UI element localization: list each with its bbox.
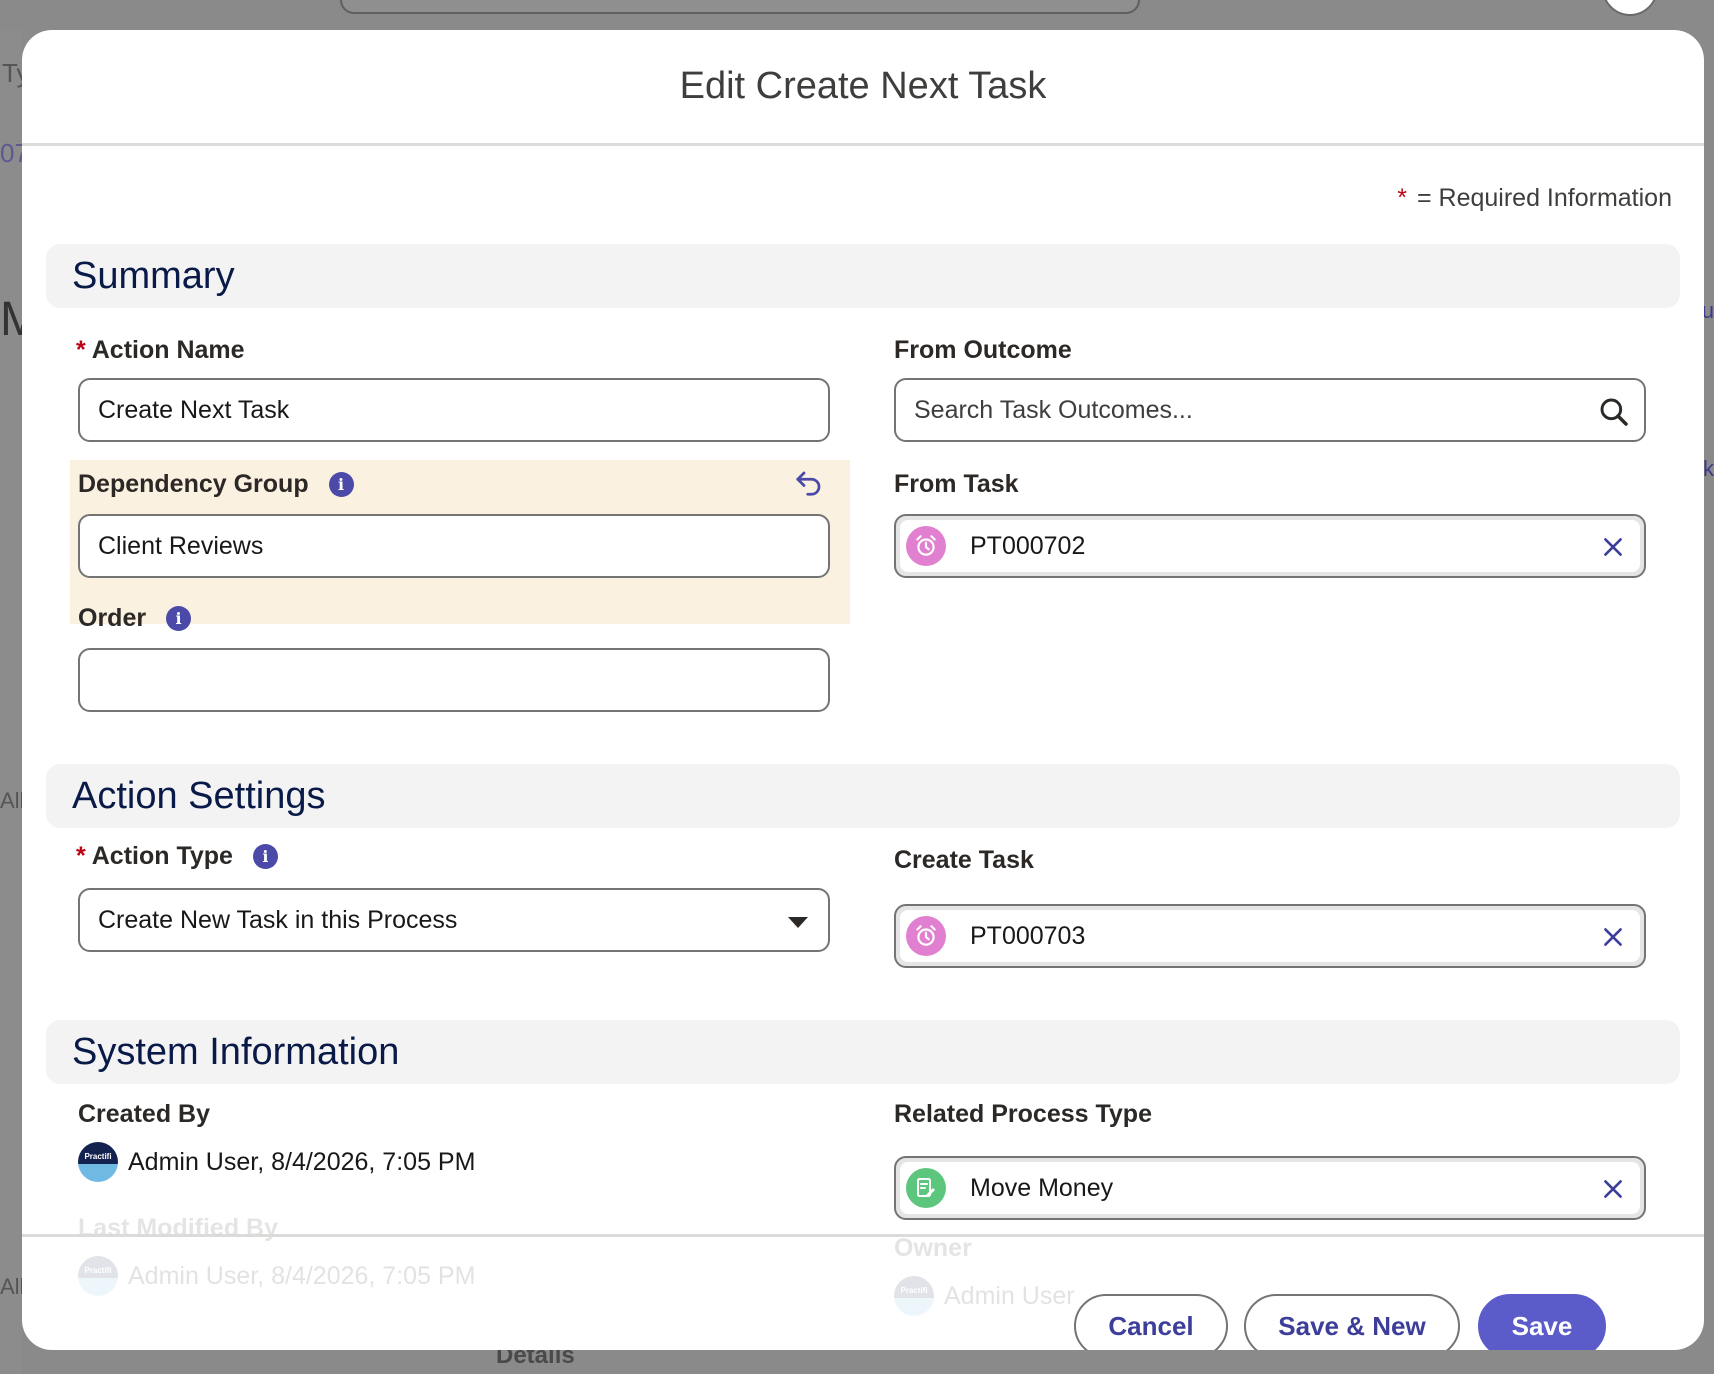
background-search-bar — [340, 0, 1140, 14]
created-by-value: Practifi Admin User, 8/4/2026, 7:05 PM — [78, 1142, 475, 1182]
from-task-lookup[interactable]: PT000702 — [894, 514, 1646, 578]
background-avatar — [1602, 0, 1658, 16]
close-icon[interactable] — [1600, 1176, 1626, 1202]
info-icon[interactable]: i — [166, 606, 192, 631]
modal-header: Edit Create Next Task — [22, 30, 1704, 146]
from-outcome-label-text: From Outcome — [894, 336, 1072, 364]
search-icon[interactable] — [1598, 396, 1630, 428]
info-icon[interactable]: i — [328, 472, 354, 497]
from-outcome-placeholder: Search Task Outcomes... — [914, 395, 1193, 424]
undo-icon[interactable] — [794, 468, 824, 498]
dependency-group-label-text: Dependency Group — [78, 470, 309, 498]
section-action-settings-header[interactable]: Action Settings — [46, 764, 1680, 828]
edit-modal: Edit Create Next Task * = Required Inform… — [22, 30, 1704, 1350]
action-type-label: * Action Type i — [76, 842, 278, 871]
action-type-select[interactable]: Create New Task in this Process — [78, 888, 830, 952]
create-task-value: PT000703 — [970, 921, 1086, 950]
alarm-clock-icon — [906, 916, 946, 956]
section-title-system-information: System Information — [72, 1030, 400, 1073]
section-system-information-header[interactable]: System Information — [46, 1020, 1680, 1084]
action-name-label: * Action Name — [76, 336, 245, 365]
action-name-value: Create Next Task — [98, 395, 290, 424]
order-label: Order i — [78, 604, 192, 633]
cancel-button[interactable]: Cancel — [1074, 1294, 1228, 1350]
close-icon[interactable] — [1600, 534, 1626, 560]
info-icon[interactable]: i — [252, 844, 278, 869]
section-title-action-settings: Action Settings — [72, 774, 326, 817]
order-input[interactable] — [78, 648, 830, 712]
from-task-pill[interactable]: PT000702 — [900, 520, 1640, 572]
created-by-text: Admin User, 8/4/2026, 7:05 PM — [128, 1147, 476, 1176]
action-name-label-text: Action Name — [91, 336, 245, 364]
action-type-label-text: Action Type — [91, 842, 233, 870]
order-label-text: Order — [78, 604, 147, 632]
save-button[interactable]: Save — [1478, 1294, 1606, 1350]
section-title-summary: Summary — [72, 254, 235, 297]
chevron-down-icon — [788, 917, 808, 928]
from-outcome-search-input[interactable]: Search Task Outcomes... — [894, 378, 1646, 442]
from-task-label-text: From Task — [894, 470, 1019, 498]
modal-title: Edit Create Next Task — [679, 65, 1047, 107]
document-edit-icon — [906, 1168, 946, 1208]
related-process-type-label-text: Related Process Type — [894, 1100, 1152, 1128]
alarm-clock-icon — [906, 526, 946, 566]
background-left-strip — [0, 30, 22, 1374]
create-task-label-text: Create Task — [894, 846, 1034, 874]
from-task-label: From Task — [894, 470, 1019, 499]
required-legend-text: = Required Information — [1416, 184, 1672, 212]
required-star: * — [76, 842, 86, 870]
from-outcome-label: From Outcome — [894, 336, 1072, 365]
created-by-label-text: Created By — [78, 1100, 210, 1128]
background-text-fragment: All — [0, 788, 25, 813]
action-type-value: Create New Task in this Process — [98, 905, 458, 934]
create-task-label: Create Task — [894, 846, 1034, 875]
dependency-group-input[interactable]: Client Reviews — [78, 514, 830, 578]
from-task-value: PT000702 — [970, 531, 1086, 560]
action-name-input[interactable]: Create Next Task — [78, 378, 830, 442]
related-process-type-value: Move Money — [970, 1173, 1114, 1202]
related-process-type-pill[interactable]: Move Money — [900, 1162, 1640, 1214]
required-legend: * = Required Information — [1397, 184, 1672, 213]
background-text-fragment: All — [0, 1274, 25, 1299]
close-icon[interactable] — [1600, 924, 1626, 950]
dependency-group-label: Dependency Group i — [78, 470, 354, 499]
required-star: * — [1397, 184, 1407, 212]
required-star: * — [76, 336, 86, 364]
save-and-new-button[interactable]: Save & New — [1244, 1294, 1460, 1350]
related-process-type-label: Related Process Type — [894, 1100, 1152, 1129]
create-task-pill[interactable]: PT000703 — [900, 910, 1640, 962]
avatar[interactable]: Practifi — [78, 1142, 118, 1182]
section-summary-header[interactable]: Summary — [46, 244, 1680, 308]
create-task-lookup[interactable]: PT000703 — [894, 904, 1646, 968]
created-by-label: Created By — [78, 1100, 210, 1129]
related-process-type-lookup[interactable]: Move Money — [894, 1156, 1646, 1220]
dependency-group-value: Client Reviews — [98, 531, 264, 560]
